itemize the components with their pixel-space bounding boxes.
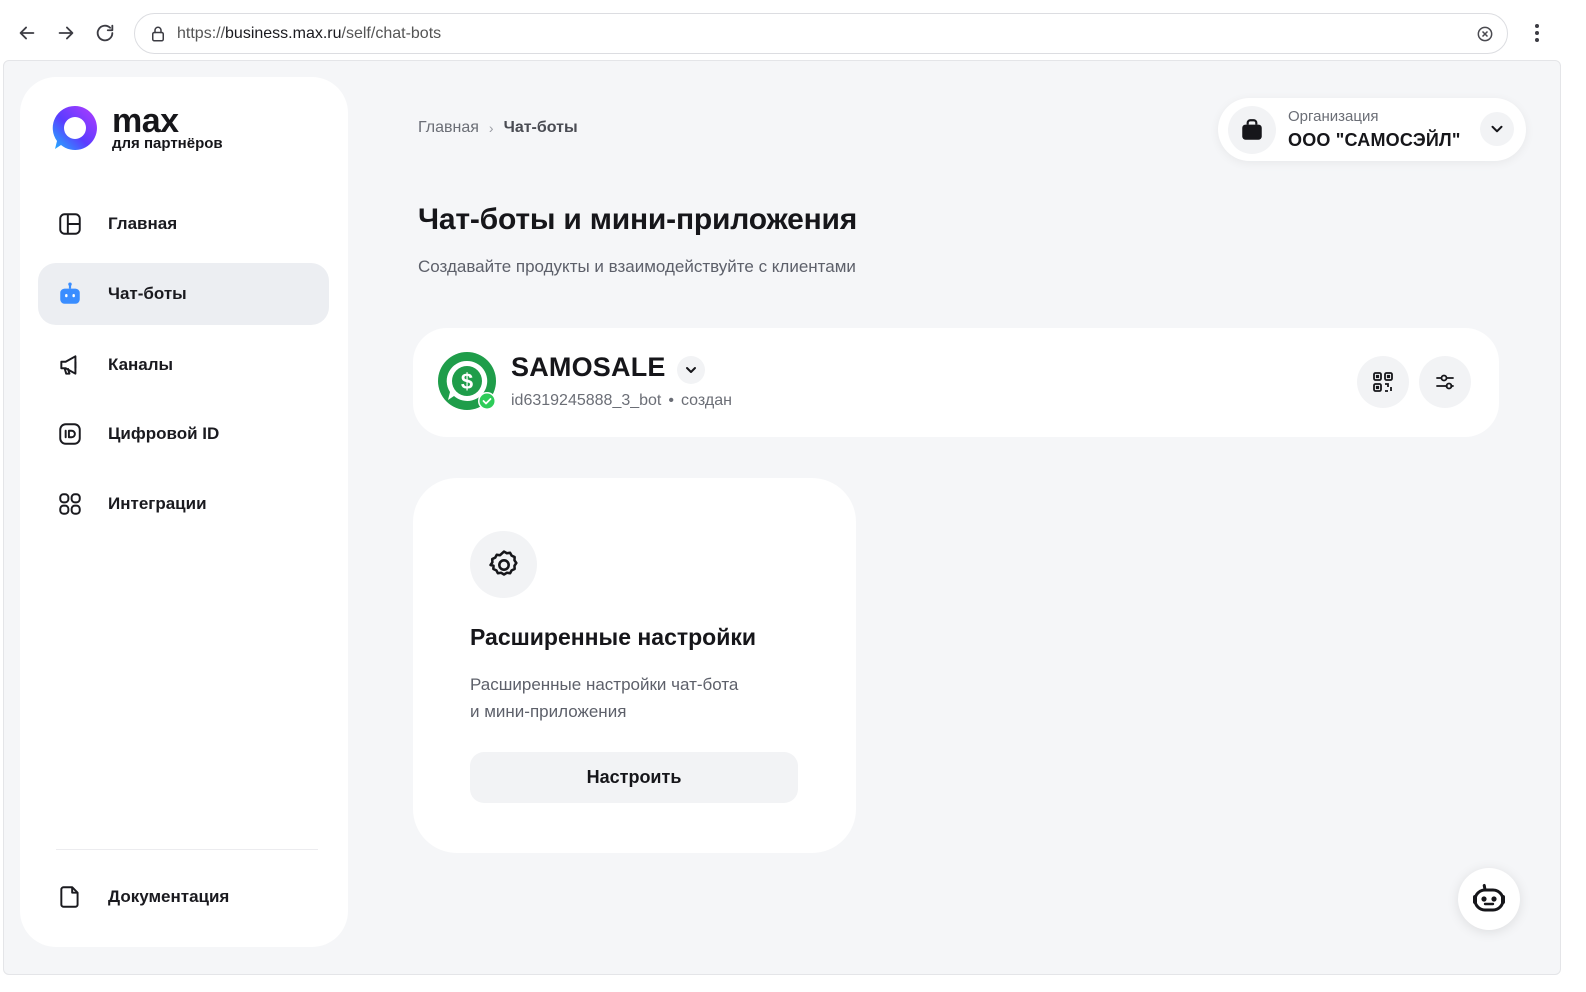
- briefcase-icon: [1228, 106, 1276, 154]
- browser-toolbar: https://business.max.ru/self/chat-bots: [0, 0, 1586, 62]
- bot-name: SAMOSALE: [511, 352, 666, 382]
- max-logo-icon: [52, 105, 97, 150]
- kebab-menu-icon[interactable]: [1527, 22, 1547, 44]
- address-bar[interactable]: https://business.max.ru/self/chat-bots: [134, 13, 1508, 54]
- settings-card-desc-line: и мини-приложения: [470, 702, 627, 721]
- url-path: /self/chat-bots: [341, 24, 442, 42]
- breadcrumb-current: Чат-боты: [503, 119, 578, 136]
- document-icon: [56, 883, 84, 911]
- sidebar-item-documentation[interactable]: Документация: [38, 866, 329, 928]
- bot-settings-button[interactable]: [1419, 356, 1471, 408]
- sidebar-item-label: Интеграции: [108, 494, 207, 513]
- assistant-bot-icon: [1473, 883, 1505, 912]
- sidebar: max для партнёров Главная Чат-боты Канал…: [20, 77, 348, 947]
- page-content: max для партнёров Главная Чат-боты Канал…: [3, 60, 1561, 975]
- forward-arrow-icon[interactable]: [51, 18, 81, 48]
- sidebar-item-label: Документация: [108, 887, 230, 906]
- qr-code-button[interactable]: [1357, 356, 1409, 408]
- qr-code-icon: [1373, 372, 1393, 392]
- id-card-icon: [56, 420, 84, 448]
- url-host: business.max.ru: [225, 24, 342, 42]
- logo-word: max: [112, 101, 179, 140]
- chevron-down-icon[interactable]: [677, 356, 705, 384]
- url-prefix: https://: [177, 24, 226, 42]
- organization-caption: Организация: [1288, 108, 1379, 125]
- page-subtitle: Создавайте продукты и взаимодействуйте с…: [418, 257, 856, 276]
- reload-icon[interactable]: [90, 18, 120, 48]
- svg-text:$: $: [461, 369, 473, 394]
- sidebar-divider: [56, 849, 318, 850]
- sidebar-item-chat-bots[interactable]: Чат-боты: [38, 263, 329, 325]
- settings-card-title: Расширенные настройки: [470, 624, 757, 650]
- page-title: Чат-боты и мини-приложения: [418, 203, 858, 236]
- sidebar-item-digital-id[interactable]: Цифровой ID: [38, 403, 329, 465]
- assistant-button[interactable]: [1458, 868, 1520, 930]
- meta-separator: •: [668, 392, 674, 409]
- bot-id: id6319245888_3_bot: [511, 392, 662, 409]
- settings-card-desc-line: Расширенные настройки чат-бота: [470, 675, 739, 694]
- configure-button[interactable]: Настроить: [470, 752, 798, 803]
- back-arrow-icon[interactable]: [12, 18, 42, 48]
- settings-card-description: Расширенные настройки чат-бота и мини-пр…: [470, 671, 790, 725]
- sidebar-item-label: Каналы: [108, 355, 174, 374]
- bot-status: создан: [680, 392, 732, 409]
- max-logo[interactable]: max для партнёров: [50, 103, 223, 153]
- breadcrumb: Главная › Чат-боты: [418, 119, 578, 137]
- chevron-down-icon[interactable]: [1480, 112, 1514, 146]
- sidebar-item-label: Цифровой ID: [108, 424, 220, 443]
- sidebar-item-label: Чат-боты: [108, 284, 187, 303]
- grid-icon: [56, 490, 84, 518]
- advanced-settings-card: Расширенные настройки Расширенные настро…: [413, 478, 856, 853]
- robot-icon: [56, 280, 84, 308]
- dashboard-icon: [56, 210, 84, 238]
- sidebar-item-home[interactable]: Главная: [38, 193, 329, 255]
- url-text[interactable]: https://business.max.ru/self/chat-bots: [177, 25, 441, 43]
- breadcrumb-separator-icon: ›: [488, 120, 494, 136]
- lock-icon[interactable]: [149, 25, 167, 43]
- sidebar-item-label: Главная: [108, 214, 178, 233]
- sidebar-item-channels[interactable]: Каналы: [38, 334, 329, 396]
- organization-selector[interactable]: Организация ООО "САМОСЭЙЛ": [1218, 98, 1526, 161]
- sliders-icon: [1436, 374, 1454, 390]
- gear-icon: [470, 531, 537, 598]
- sidebar-item-integrations[interactable]: Интеграции: [38, 473, 329, 535]
- organization-name: ООО "САМОСЭЙЛ": [1288, 130, 1461, 150]
- bot-selector-card: $ SAMOSALE id6319245888_3_bot • создан: [413, 328, 1499, 437]
- megaphone-icon: [56, 351, 84, 379]
- bot-meta: id6319245888_3_bot • создан: [511, 392, 732, 410]
- logo-subtitle: для партнёров: [112, 134, 223, 152]
- extension-icon[interactable]: [1475, 24, 1495, 44]
- breadcrumb-home-link[interactable]: Главная: [418, 119, 479, 137]
- bot-avatar[interactable]: $: [438, 352, 498, 412]
